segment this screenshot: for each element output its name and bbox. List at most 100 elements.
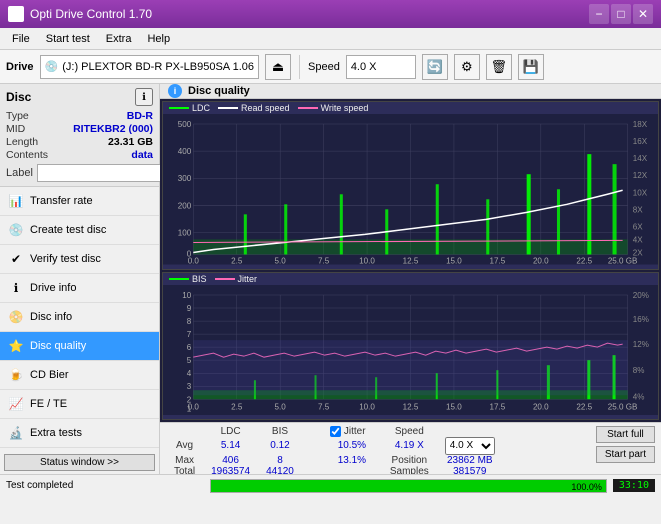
save-button[interactable]: 💾 [518,54,544,80]
stats-table: LDC BIS Jitter Speed Avg [166,426,503,474]
svg-text:7.5: 7.5 [318,257,330,265]
time-display: 33:10 [613,479,655,492]
bis-chart-legend: BIS Jitter [163,273,658,285]
avg-jitter: 10.5% [322,437,382,455]
right-panel: i Disc quality LDC Read speed [160,84,661,474]
disc-info-button[interactable]: ℹ [135,88,153,106]
maximize-button[interactable]: □ [611,4,631,24]
minimize-button[interactable]: − [589,4,609,24]
create-test-disc-icon: 💿 [8,222,24,238]
svg-text:8X: 8X [633,205,644,214]
speed-select[interactable]: 4.0 X [346,55,416,79]
speed-value: 4.0 X [351,61,377,73]
status-window-button[interactable]: Status window >> [4,454,155,471]
svg-text:18X: 18X [633,120,648,129]
action-buttons: Start full Start part [596,426,655,463]
sidebar-item-verify-test-disc[interactable]: ✔ Verify test disc [0,245,159,274]
chart-title: Disc quality [188,85,250,97]
sidebar-item-cd-bier[interactable]: 🍺 CD Bier [0,361,159,390]
svg-text:7: 7 [187,330,192,339]
total-bis: 44120 [258,466,302,474]
svg-text:20.0: 20.0 [533,402,549,411]
samples-label: Samples [382,466,437,474]
drive-select-box[interactable]: 💿 (J:) PLEXTOR BD-R PX-LB950SA 1.06 [40,55,259,79]
svg-text:16%: 16% [633,315,649,324]
menu-file[interactable]: File [4,31,38,47]
close-button[interactable]: ✕ [633,4,653,24]
app-title: Opti Drive Control 1.70 [30,7,152,21]
start-full-button[interactable]: Start full [596,426,655,443]
label-input[interactable] [37,164,175,182]
position-label: Position [382,455,437,466]
bis-legend-label: BIS [192,274,207,284]
app-icon [8,6,24,22]
toolbar-separator [299,55,300,79]
svg-text:0.0: 0.0 [188,402,200,411]
svg-text:17.5: 17.5 [490,257,506,265]
progress-bar: 100.0% [210,479,607,493]
menu-help[interactable]: Help [139,31,178,47]
svg-text:500: 500 [178,120,192,129]
speed-label: Speed [308,61,340,73]
avg-bis: 0.12 [258,437,302,455]
svg-text:5.0: 5.0 [275,402,287,411]
svg-text:16X: 16X [633,137,648,146]
length-val: 23.31 GB [108,136,153,148]
sidebar-item-disc-quality[interactable]: ⭐ Disc quality [0,332,159,361]
sidebar-item-drive-info[interactable]: ℹ Drive info [0,274,159,303]
jitter-label: Jitter [344,426,366,437]
max-bis: 8 [258,455,302,466]
jitter-checkbox[interactable] [330,426,341,437]
write-legend-dot [298,107,318,109]
svg-text:10.0: 10.0 [359,402,375,411]
nav-label-extra-tests: Extra tests [30,427,82,439]
sidebar: Disc ℹ Type BD-R MID RITEKBR2 (000) Leng… [0,84,160,474]
avg-speed: 4.19 X [382,437,437,455]
bis-legend-dot [169,278,189,280]
sidebar-item-transfer-rate[interactable]: 📊 Transfer rate [0,187,159,216]
nav-label-transfer-rate: Transfer rate [30,195,93,207]
contents-val: data [131,149,153,161]
start-part-button[interactable]: Start part [596,446,655,463]
chart-header: i Disc quality [160,84,661,99]
svg-text:25.0 GB: 25.0 GB [608,402,638,411]
ldc-chart-svg: 500 400 300 200 100 0 18X 16X 14X 12X 10… [163,114,658,265]
svg-text:15.0: 15.0 [446,257,462,265]
svg-text:4: 4 [187,369,192,378]
sidebar-item-create-test-disc[interactable]: 💿 Create test disc [0,216,159,245]
svg-text:3: 3 [187,382,192,391]
svg-text:25.0 GB: 25.0 GB [608,257,638,265]
speed-dropdown[interactable]: 4.0 X 2.0 X 8.0 X [445,437,495,455]
nav-label-disc-quality: Disc quality [30,340,86,352]
disc-section-label: Disc [6,90,31,104]
svg-text:200: 200 [178,201,192,210]
disc-panel: Disc ℹ Type BD-R MID RITEKBR2 (000) Leng… [0,84,159,187]
settings-button[interactable]: ⚙ [454,54,480,80]
svg-text:2.5: 2.5 [231,257,243,265]
length-key: Length [6,136,38,148]
label-key: Label [6,167,33,179]
stats-area: LDC BIS Jitter Speed Avg [160,422,661,474]
sidebar-item-fe-te[interactable]: 📈 FE / TE [0,390,159,419]
eject-button[interactable]: ⏏ [265,54,291,80]
progress-fill [211,480,606,492]
jitter-col-header: Jitter [322,426,382,437]
svg-text:12.5: 12.5 [403,402,419,411]
menu-starttest[interactable]: Start test [38,31,98,47]
sidebar-item-disc-info[interactable]: 📀 Disc info [0,303,159,332]
ldc-chart-legend: LDC Read speed Write speed [163,102,658,114]
menu-extra[interactable]: Extra [98,31,140,47]
refresh-button[interactable]: 🔄 [422,54,448,80]
toolbar: Drive 💿 (J:) PLEXTOR BD-R PX-LB950SA 1.0… [0,50,661,84]
svg-text:300: 300 [178,174,192,183]
svg-text:20.0: 20.0 [533,257,549,265]
erase-button[interactable]: 🗑 [486,54,512,80]
speed-col-header: Speed [382,426,437,437]
max-jitter: 13.1% [322,455,382,466]
svg-text:10.0: 10.0 [359,257,375,265]
samples-val: 381579 [437,466,503,474]
disc-info-icon: 📀 [8,309,24,325]
svg-text:12.5: 12.5 [403,257,419,265]
nav-label-create-test-disc: Create test disc [30,224,106,236]
sidebar-item-extra-tests[interactable]: 🔬 Extra tests [0,419,159,448]
